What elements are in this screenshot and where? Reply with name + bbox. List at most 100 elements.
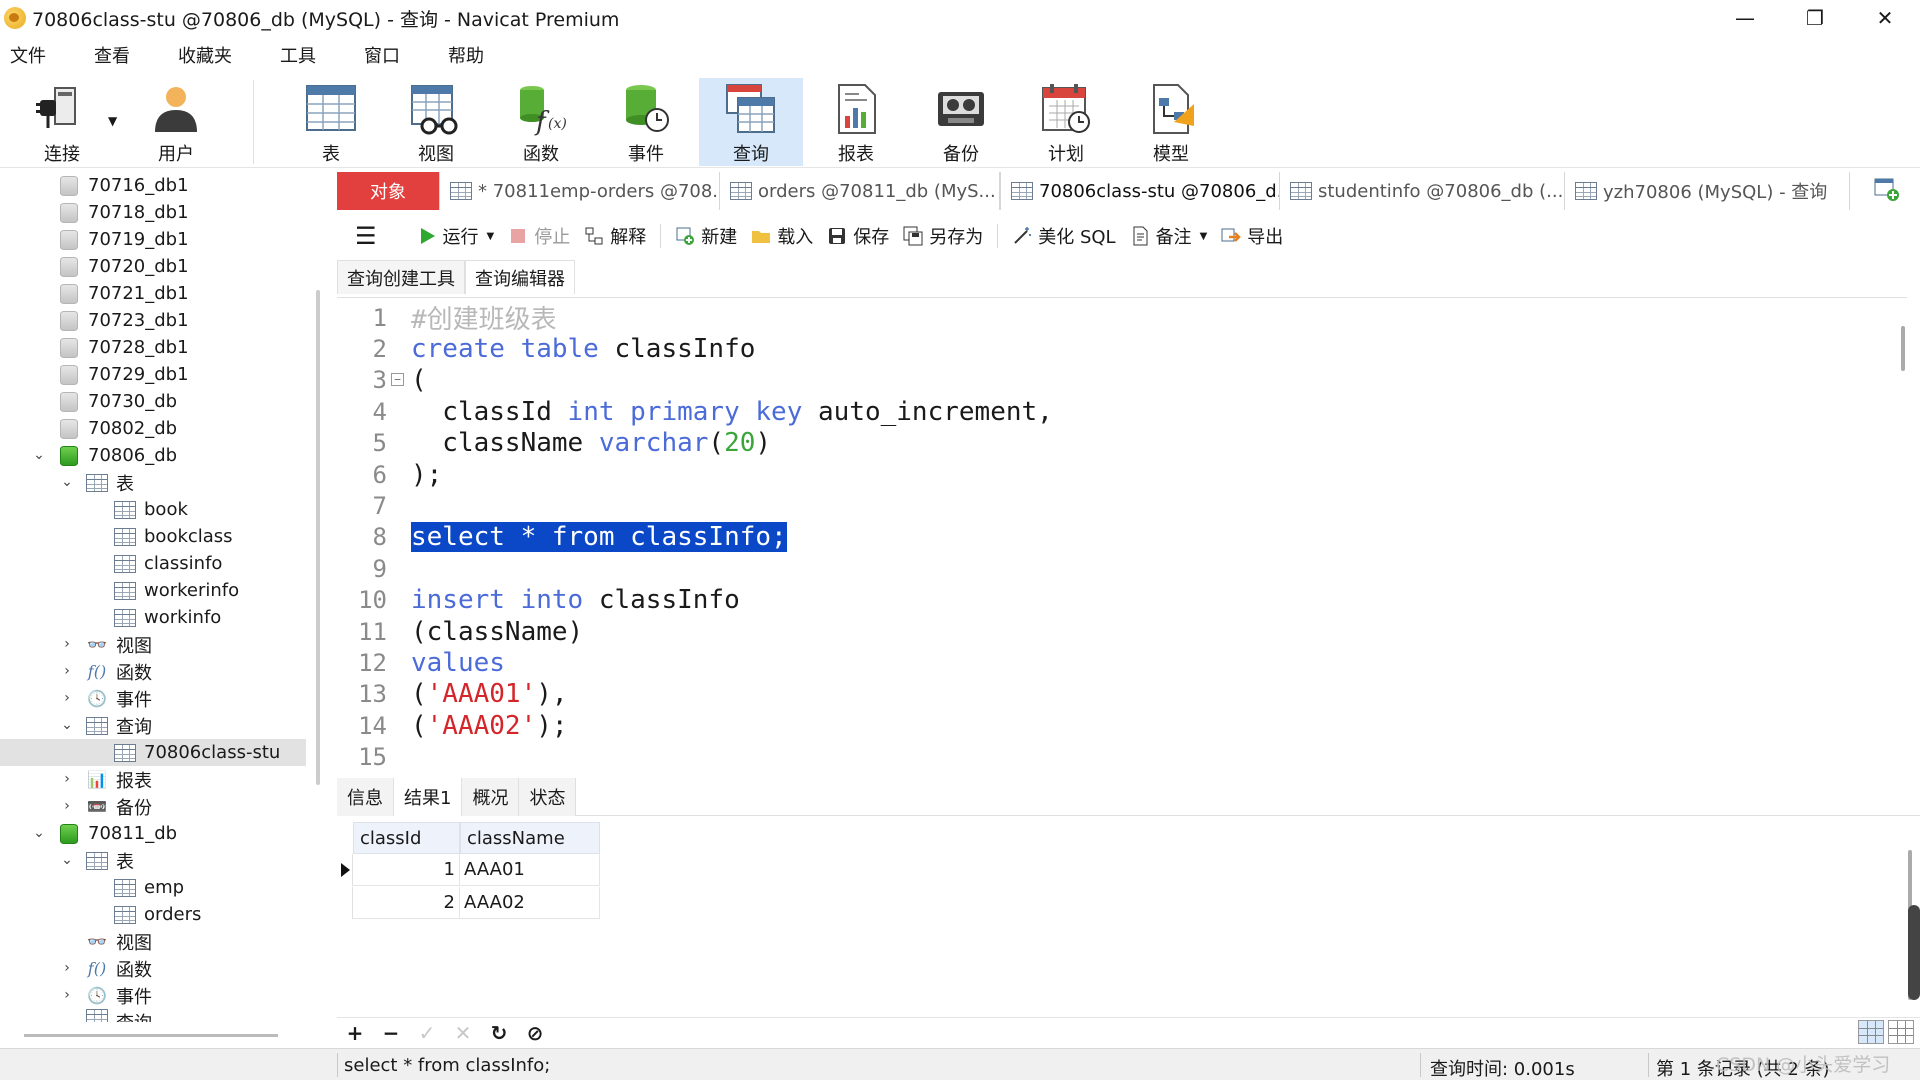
chevron-down-icon[interactable]: ⌄ <box>60 474 74 490</box>
tree-folder-queries[interactable]: 查询 <box>86 712 152 739</box>
comment-button[interactable]: 备注 ▼ <box>1130 223 1208 249</box>
tab-studentinfo[interactable]: studentinfo @70806_db (... <box>1280 172 1565 210</box>
tree-db-70811_db[interactable]: 70811_db <box>60 820 177 847</box>
stop-button[interactable]: 停止 <box>508 223 570 249</box>
close-button[interactable]: ✕ <box>1850 0 1920 36</box>
grid-view-icon[interactable] <box>1858 1020 1884 1044</box>
toolbar-connect-button[interactable]: 连接 <box>10 78 114 166</box>
menu-tools[interactable]: 工具 <box>280 42 316 68</box>
editor-line[interactable]: 15 <box>337 742 1907 773</box>
tab-70806class-stu[interactable]: 70806class-stu @70806_d... <box>1000 172 1280 210</box>
tree-table-bookclass[interactable]: bookclass <box>114 523 233 550</box>
tab-objects[interactable]: 对象 <box>337 172 440 210</box>
tree-folder-tables[interactable]: 表 <box>86 469 134 496</box>
chevron-right-icon[interactable]: › <box>60 798 74 814</box>
load-button[interactable]: 载入 <box>751 223 813 249</box>
chevron-right-icon[interactable]: › <box>60 663 74 679</box>
sql-editor[interactable]: 1 #创建班级表 2 create table classInfo 3−(4 class… <box>337 297 1907 773</box>
menu-help[interactable]: 帮助 <box>448 42 484 68</box>
tree-table-emp[interactable]: emp <box>114 874 184 901</box>
chevron-right-icon[interactable]: › <box>60 690 74 706</box>
tree-table-workerinfo[interactable]: workerinfo <box>114 577 239 604</box>
tab-query-builder[interactable]: 查询创建工具 <box>337 260 465 294</box>
toolbar-function-button[interactable]: f (x) 函数 <box>489 78 593 166</box>
tree-folder-reports[interactable]: 📊 报表 <box>86 766 152 793</box>
form-view-icon[interactable] <box>1888 1020 1914 1044</box>
grid-cell[interactable]: AAA02 <box>460 887 600 919</box>
stop-loading-button[interactable]: ⊘ <box>517 1021 553 1045</box>
tree-folder-queries[interactable]: 查询 <box>86 1009 152 1022</box>
tree-folder-tables[interactable]: 表 <box>86 847 134 874</box>
chevron-right-icon[interactable]: › <box>60 987 74 1003</box>
sidebar-horizontal-scrollbar[interactable] <box>24 1034 278 1037</box>
tab-70811emp-orders[interactable]: * 70811emp-orders @708... <box>440 172 720 210</box>
tree-table-workinfo[interactable]: workinfo <box>114 604 221 631</box>
maximize-button[interactable]: ❐ <box>1780 0 1850 36</box>
comment-dropdown-icon[interactable]: ▼ <box>1200 231 1208 242</box>
tree-folder-events[interactable]: 🕓 事件 <box>86 685 152 712</box>
tree-db-70716_db1[interactable]: 70716_db1 <box>60 172 189 199</box>
tab-message[interactable]: 信息 <box>337 778 394 816</box>
tree-folder-views[interactable]: 👓 视图 <box>86 631 152 658</box>
chevron-down-icon[interactable]: ⌄ <box>32 447 46 463</box>
tree-db-70718_db1[interactable]: 70718_db1 <box>60 199 189 226</box>
tree-query-70806class-stu[interactable]: 70806class-stu <box>0 739 306 766</box>
editor-line[interactable]: 7 <box>337 490 1907 521</box>
tree-db-70721_db1[interactable]: 70721_db1 <box>60 280 189 307</box>
tab-status[interactable]: 状态 <box>519 778 577 816</box>
tree-table-classinfo[interactable]: classinfo <box>114 550 222 577</box>
add-record-button[interactable]: + <box>337 1021 373 1045</box>
menu-window[interactable]: 窗口 <box>364 42 400 68</box>
tab-result1[interactable]: 结果1 <box>394 778 463 816</box>
save-as-button[interactable]: 另存为 <box>903 223 983 249</box>
grid-cell[interactable]: 1 <box>353 854 460 886</box>
tree-db-70719_db1[interactable]: 70719_db1 <box>60 226 189 253</box>
hamburger-menu-icon[interactable]: ☰ <box>355 222 377 250</box>
editor-line[interactable]: 1 #创建班级表 <box>337 302 1907 336</box>
editor-line[interactable]: 6); <box>337 459 1907 490</box>
fold-toggle-icon[interactable]: − <box>391 372 404 386</box>
run-dropdown-icon[interactable]: ▼ <box>487 231 495 242</box>
toolbar-model-button[interactable]: 模型 <box>1119 78 1223 166</box>
chevron-down-icon[interactable]: ⌄ <box>32 825 46 841</box>
editor-line[interactable]: 11 (className) <box>337 616 1907 647</box>
editor-line[interactable]: 13 ('AAA01'), <box>337 679 1907 710</box>
chevron-down-icon[interactable]: ⌄ <box>60 717 74 733</box>
toolbar-event-button[interactable]: 事件 <box>594 78 698 166</box>
chevron-right-icon[interactable]: › <box>60 771 74 787</box>
chevron-right-icon[interactable]: › <box>60 636 74 652</box>
editor-line[interactable]: 8 select * from classInfo; <box>337 522 1907 553</box>
toolbar-backup-button[interactable]: 备份 <box>909 78 1013 166</box>
delete-record-button[interactable]: − <box>373 1021 409 1045</box>
new-tab-icon[interactable] <box>1874 178 1900 202</box>
editor-line[interactable]: 10 insert into classInfo <box>337 585 1907 616</box>
toolbar-query-button[interactable]: 查询 <box>699 78 803 166</box>
editor-line[interactable]: 3−( <box>337 365 1907 396</box>
beautify-sql-button[interactable]: 美化 SQL <box>1012 223 1116 249</box>
tree-db-70806_db[interactable]: 70806_db <box>60 442 177 469</box>
menu-file[interactable]: 文件 <box>10 42 46 68</box>
explain-button[interactable]: 解释 <box>584 223 646 249</box>
menu-view[interactable]: 查看 <box>94 42 130 68</box>
editor-line[interactable]: 4 classId int primary key auto_increment… <box>337 396 1907 427</box>
sidebar-scrollbar[interactable] <box>316 290 320 785</box>
chevron-right-icon[interactable]: › <box>60 960 74 976</box>
menu-favorites[interactable]: 收藏夹 <box>178 42 232 68</box>
editor-scrollbar[interactable] <box>1901 326 1905 371</box>
editor-line[interactable]: 5 className varchar(20) <box>337 428 1907 459</box>
editor-line[interactable]: 2 create table classInfo <box>337 333 1907 364</box>
tree-folder-functions[interactable]: f() 函数 <box>86 658 152 685</box>
run-button[interactable]: 运行 ▼ <box>417 223 495 249</box>
tree-db-70720_db1[interactable]: 70720_db1 <box>60 253 189 280</box>
column-header-className[interactable]: className <box>460 822 600 854</box>
tree-table-orders[interactable]: orders <box>114 901 201 928</box>
tree-folder-functions[interactable]: f() 函数 <box>86 955 152 982</box>
discard-changes-button[interactable]: ✕ <box>445 1021 481 1045</box>
save-button[interactable]: 保存 <box>827 223 889 249</box>
toolbar-schedule-button[interactable]: 计划 <box>1014 78 1118 166</box>
tree-folder-backups[interactable]: 📼 备份 <box>86 793 152 820</box>
grid-cell[interactable]: 2 <box>353 887 460 919</box>
tree-db-70728_db1[interactable]: 70728_db1 <box>60 334 189 361</box>
grid-cell[interactable]: AAA01 <box>460 854 600 886</box>
toolbar-user-button[interactable]: 用户 <box>124 78 228 166</box>
